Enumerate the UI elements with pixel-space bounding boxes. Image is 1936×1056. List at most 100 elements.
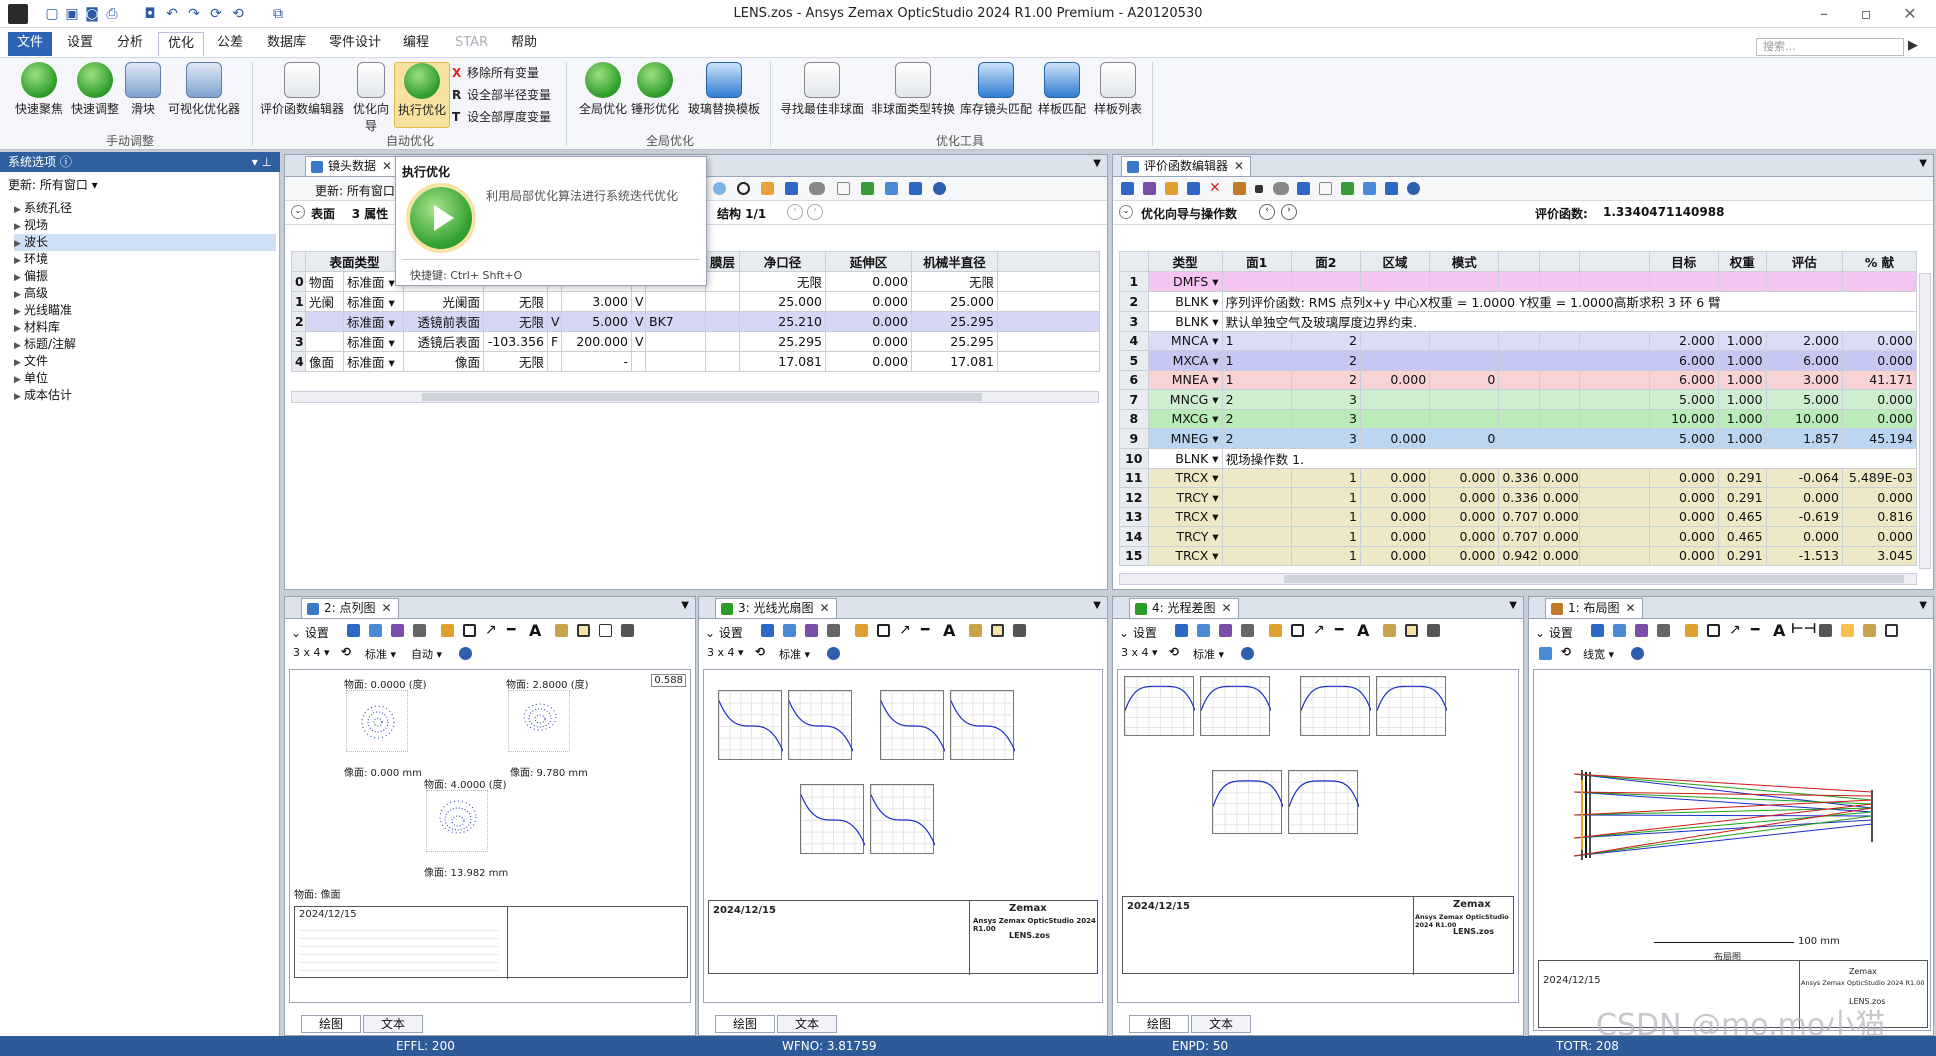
save-analysis-icon[interactable] [391, 624, 404, 637]
print-analysis-icon[interactable] [1241, 624, 1254, 637]
auto-dropdown[interactable]: 自动 ▾ [411, 646, 442, 662]
tab-layout[interactable]: 1: 布局图 ✕ [1545, 598, 1643, 618]
table-row[interactable]: 10 BLNK ▾ 视场操作数 1. [1119, 447, 1918, 469]
help-circle-icon[interactable] [1407, 182, 1420, 195]
menu-part-designer[interactable]: 零件设计 [320, 32, 390, 56]
page-icon[interactable] [1319, 182, 1332, 195]
settings-dropdown[interactable]: ⌄ 设置 [1535, 624, 1573, 641]
set-all-thickness-variable-button[interactable]: T 设全部厚度变量 [452, 108, 551, 125]
wizard-operands-label[interactable]: 优化向导与操作数 [1141, 205, 1237, 222]
pencil-icon[interactable] [855, 624, 868, 637]
close-tab-icon[interactable]: ✕ [382, 159, 392, 173]
stop-icon[interactable] [1255, 185, 1263, 193]
sidebar-item-aperture[interactable]: ▶ 系统孔径 [14, 200, 276, 217]
settings-dropdown[interactable]: ⌄ 设置 [1119, 624, 1157, 641]
save-analysis-icon[interactable] [1635, 624, 1648, 637]
panel-menu-icon[interactable]: ▼ [1919, 600, 1927, 611]
line-width-dropdown[interactable]: 线宽 ▾ [1583, 646, 1614, 662]
table-row[interactable]: 6 MNEA ▾ 1 2 0.000 0 6.000 1.000 3.000 41.171 [1119, 369, 1918, 390]
table-row[interactable]: 2 标准面 ▾ 透镜前表面 无限 V 5.000 V BK7 25.210 0.000 25.295 [291, 311, 1101, 332]
menu-optimize[interactable]: 优化 [158, 32, 205, 56]
grid-icon[interactable] [599, 624, 612, 637]
close-tab-icon[interactable]: ✕ [1222, 601, 1232, 615]
arrow-line-icon[interactable]: ↗ [1313, 622, 1325, 638]
tab-merit-function-editor[interactable]: 评价函数编辑器 ✕ [1121, 156, 1252, 176]
line-icon[interactable]: ━ [921, 622, 929, 638]
tab-ray-fan[interactable]: 3: 光线光扇图 ✕ [715, 598, 837, 618]
line-icon[interactable]: ━ [1335, 622, 1343, 638]
standard-dropdown[interactable]: 标准 ▾ [1193, 646, 1224, 662]
asphere-type-convert-button[interactable]: 非球面类型转换 [870, 62, 956, 117]
menu-tolerance[interactable]: 公差 [208, 32, 252, 56]
copy-icon[interactable] [369, 624, 382, 637]
menu-star[interactable]: STAR [446, 32, 497, 56]
table-row[interactable]: 9 MNEG ▾ 2 3 0.000 0 5.000 1.000 1.857 45.194 [1119, 428, 1918, 449]
settings-dropdown[interactable]: ⌄ 设置 [705, 624, 743, 641]
undo-mf-icon[interactable] [1297, 182, 1310, 195]
next-arrow-icon[interactable] [909, 182, 922, 195]
table-row[interactable]: 12 TRCY ▾ 1 0.000 0.000 0.336 0.000 0.000 0.291 0… [1119, 487, 1918, 508]
text-tool-icon[interactable]: A [943, 621, 955, 640]
tab-text[interactable]: 文本 [1191, 1015, 1251, 1033]
sidebar-item-files[interactable]: ▶ 文件 [14, 353, 276, 370]
arrow-line-icon[interactable]: ↗ [485, 622, 497, 638]
visual-optimizer-button[interactable]: 可视化优化器 [166, 62, 242, 117]
menu-libraries[interactable]: 数据库 [258, 32, 315, 56]
help-circle-icon[interactable] [1241, 647, 1254, 660]
remove-all-variables-button[interactable]: X 移除所有变量 [452, 64, 539, 81]
table-row[interactable]: 4 MNCA ▾ 1 2 2.000 1.000 2.000 0.000 [1119, 330, 1918, 351]
toggle-icon[interactable] [809, 182, 825, 195]
sidebar-item-cost-estimator[interactable]: ▶ 成本估计 [14, 387, 276, 404]
sidebar-update-dropdown[interactable]: 更新: 所有窗口 ▾ [8, 176, 98, 193]
search-go-icon[interactable]: ▶ [1908, 38, 1918, 53]
menu-programming[interactable]: 编程 [394, 32, 438, 56]
pin-icon[interactable]: ▾ ⊥ [252, 152, 272, 172]
find-best-asphere-button[interactable]: 寻找最佳非球面 [776, 62, 868, 117]
load-mf-icon[interactable] [1165, 182, 1178, 195]
collapse-chevron-icon[interactable]: ⌄ [1119, 205, 1133, 219]
zoom-icon[interactable] [1841, 624, 1854, 637]
menu-analyze[interactable]: 分析 [108, 32, 152, 56]
sidebar-item-advanced[interactable]: ▶ 高级 [14, 285, 276, 302]
maximize-icon[interactable]: ▫ [1846, 2, 1886, 26]
fit-window-icon[interactable] [1405, 624, 1418, 637]
layout-grid-dropdown[interactable]: 3 x 4 ▾ [707, 646, 744, 659]
menu-help[interactable]: 帮助 [502, 32, 546, 56]
circle-icon[interactable] [737, 182, 750, 195]
merit-hscrollbar[interactable] [1119, 573, 1917, 585]
close-tab-icon[interactable]: ✕ [1626, 601, 1636, 615]
next-arrow-icon[interactable] [1385, 182, 1398, 195]
menu-settings[interactable]: 设置 [58, 32, 102, 56]
stock-lens-matching-button[interactable]: 库存镜头匹配 [958, 62, 1034, 117]
minimize-icon[interactable]: – [1804, 2, 1844, 26]
layers-icon[interactable] [1013, 624, 1026, 637]
pencil-icon[interactable] [441, 624, 454, 637]
close-icon[interactable]: ✕ [1890, 2, 1930, 26]
surface-properties-label[interactable]: 表面 3 属性 [311, 205, 388, 222]
tab-plot[interactable]: 绘图 [301, 1015, 361, 1033]
rectangle-icon[interactable] [877, 624, 890, 637]
rotate-icon[interactable]: ⟲ [1561, 645, 1571, 659]
refresh-mf-icon[interactable] [1121, 182, 1134, 195]
table-row[interactable]: 11 TRCX ▾ 1 0.000 0.000 0.336 0.000 0.000 0.291-… [1119, 467, 1918, 488]
refresh-analysis-icon[interactable] [1175, 624, 1188, 637]
collapse-chevron-icon[interactable]: ⌄ [291, 205, 305, 219]
sidebar-item-material-catalogs[interactable]: ▶ 材料库 [14, 319, 276, 336]
arrows-icon[interactable] [885, 182, 898, 195]
fit-window-icon[interactable] [991, 624, 1004, 637]
set-all-radii-variable-button[interactable]: R 设全部半径变量 [452, 86, 551, 103]
dimension-icon[interactable]: ⊢⊣ [1791, 621, 1817, 637]
rotate-icon[interactable]: ⟲ [1169, 645, 1179, 659]
tab-plot[interactable]: 绘图 [1129, 1015, 1189, 1033]
copy-icon[interactable] [783, 624, 796, 637]
pencil-icon[interactable] [1269, 624, 1282, 637]
config-next-icon[interactable]: › [807, 204, 823, 220]
rectangle-icon[interactable] [1291, 624, 1304, 637]
panel-menu-icon[interactable]: ▼ [1919, 158, 1927, 169]
layout-grid-dropdown[interactable]: 3 x 4 ▾ [1121, 646, 1158, 659]
merit-editor-button[interactable]: 评价函数编辑器 [258, 62, 346, 117]
table-row[interactable]: 7 MNCG ▾ 2 3 5.000 1.000 5.000 0.000 [1119, 389, 1918, 410]
print-analysis-icon[interactable] [827, 624, 840, 637]
copy-icon[interactable] [1613, 624, 1626, 637]
line-icon[interactable]: ━ [507, 622, 515, 638]
